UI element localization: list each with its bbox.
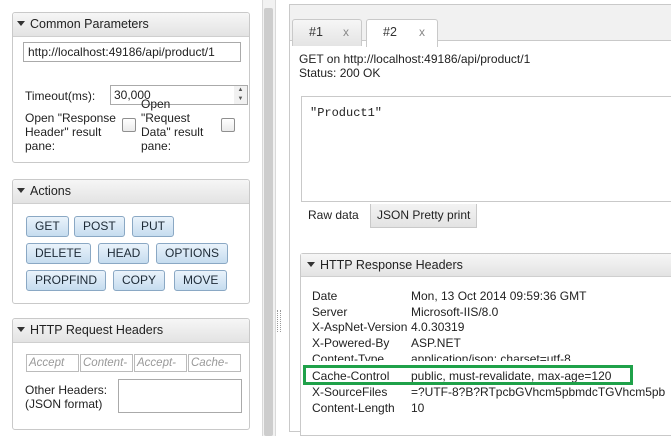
open-response-header-label: Open "Response Header" result pane: [25,111,116,153]
header-value: 10 [411,401,425,415]
response-body-text: "Product1" [310,106,383,120]
tab-2[interactable]: #2 x [366,19,438,47]
left-scrollbar[interactable] [264,8,273,436]
tab-bar: #1 x #2 x [290,5,671,47]
timeout-label: Timeout(ms): [25,89,96,103]
copy-button[interactable]: COPY [113,270,166,291]
response-body-area[interactable]: "Product1" [301,96,671,202]
post-button[interactable]: POST [74,216,125,237]
header-name: X-AspNet-Version [312,320,408,334]
panel-title: HTTP Request Headers [30,323,164,337]
splitter-grip-icon[interactable] [277,310,281,332]
collapse-triangle-icon [17,21,25,26]
propfind-button[interactable]: PROPFIND [26,270,107,291]
tab-label: #2 [383,25,397,39]
close-icon[interactable]: x [419,20,425,45]
collapse-triangle-icon [307,262,315,267]
collapse-triangle-icon [17,327,25,332]
get-button[interactable]: GET [26,216,69,237]
tab-label: #1 [309,25,323,39]
spin-up-icon[interactable]: ▲ [234,86,247,95]
status-text: Status: 200 OK [299,66,381,80]
request-headers-panel: HTTP Request Headers Accept Content- Acc… [12,318,250,430]
tab-1[interactable]: #1 x [292,19,362,46]
collapse-triangle-icon [17,188,25,193]
put-button[interactable]: PUT [132,216,174,237]
header-name: X-Powered-By [312,336,390,350]
header-name: Content-Length [312,401,395,415]
common-parameters-header[interactable]: Common Parameters [13,13,249,37]
header-name: Content-Type [312,352,385,361]
delete-button[interactable]: DELETE [26,243,91,264]
options-button[interactable]: OPTIONS [156,243,229,264]
header-accept-input[interactable]: Accept [26,354,79,372]
header-name: X-SourceFiles [312,385,388,399]
request-line: GET on http://localhost:49186/api/produc… [299,52,531,66]
request-headers-header[interactable]: HTTP Request Headers [13,319,249,343]
spin-down-icon[interactable]: ▼ [234,95,247,104]
close-icon[interactable]: x [343,20,349,45]
header-value: 4.0.30319 [411,320,465,334]
header-value: Microsoft-IIS/8.0 [411,305,499,319]
header-value: ASP.NET [411,336,461,350]
actions-header[interactable]: Actions [13,180,249,204]
timeout-spinner[interactable]: ▲ ▼ [234,85,248,105]
left-pane: Common Parameters http://localhost:49186… [0,0,262,436]
header-cache-input[interactable]: Cache- [188,354,241,372]
common-parameters-panel: Common Parameters http://localhost:49186… [12,12,250,163]
panel-title: HTTP Response Headers [320,258,463,272]
header-name: Server [312,305,348,319]
response-headers-header[interactable]: HTTP Response Headers [301,254,671,277]
other-headers-textarea[interactable] [118,379,242,413]
tab-json-pretty-print[interactable]: JSON Pretty print [370,204,478,228]
move-button[interactable]: MOVE [174,270,228,291]
header-name: Date [312,289,338,303]
open-response-header-checkbox[interactable] [122,118,136,132]
header-value: Mon, 13 Oct 2014 09:59:36 GMT [411,289,587,303]
header-content-input[interactable]: Content- [80,354,133,372]
tab-raw-data[interactable]: Raw data [302,204,365,228]
url-input[interactable]: http://localhost:49186/api/product/1 [23,42,241,62]
other-headers-label: Other Headers: (JSON format) [25,383,108,411]
cache-control-highlight-box [303,365,633,385]
header-value: application/json; charset=utf-8 [411,352,571,361]
header-accept-2-input[interactable]: Accept- [134,354,187,372]
panel-title: Actions [30,184,71,198]
head-button[interactable]: HEAD [98,243,150,264]
open-request-data-checkbox[interactable] [221,118,235,132]
open-request-data-label: Open "Request Data" result pane: [141,97,204,153]
actions-panel: Actions GET POST PUT DELETE HEAD OPTIONS… [12,179,250,304]
panel-title: Common Parameters [30,17,149,31]
header-value: =?UTF-8?B?RTpcbGVhcm5pbmdcTGVhcm5pb [411,385,666,399]
